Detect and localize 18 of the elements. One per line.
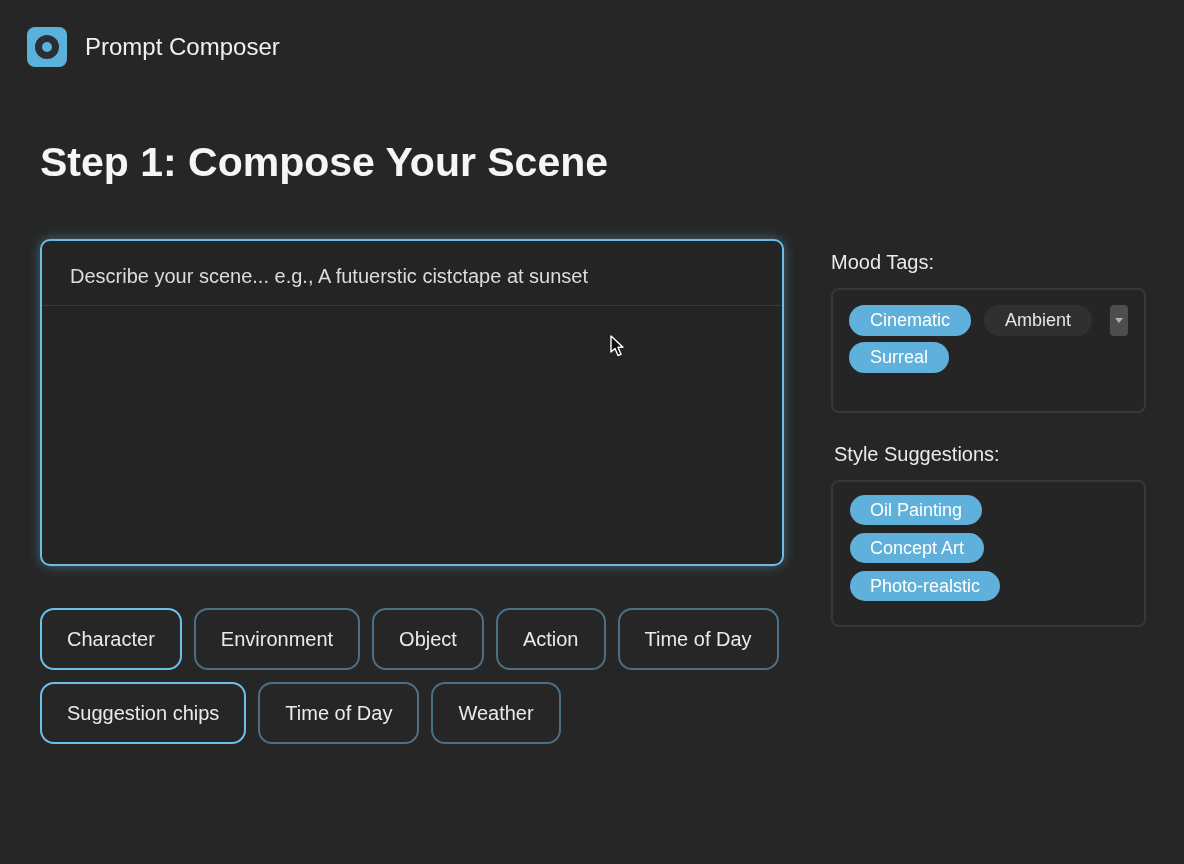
page-heading: Step 1: Compose Your Scene — [40, 138, 609, 186]
category-chip[interactable]: Object — [372, 608, 484, 670]
category-chip[interactable]: Weather — [431, 682, 561, 744]
category-chip[interactable]: Time of Day — [258, 682, 420, 744]
caret-icon — [1115, 318, 1123, 323]
style-suggestions-label: Style Suggestions: — [834, 442, 1000, 466]
category-chip[interactable]: Time of Day — [617, 608, 779, 670]
category-chip[interactable]: Character — [40, 608, 182, 670]
dropdown-button[interactable] — [1110, 305, 1128, 336]
app-title: Prompt Composer — [85, 33, 280, 61]
category-chip[interactable]: Suggestion chips — [40, 682, 247, 744]
scene-textarea[interactable]: Describe your scene... e.g., A futuerstic cistctape at sunset — [40, 239, 784, 566]
category-chip[interactable]: Action — [495, 608, 606, 670]
mouse-pointer-icon — [610, 335, 624, 357]
mood-tag[interactable]: Ambient — [984, 305, 1093, 336]
ring-logo-icon — [27, 27, 67, 67]
mood-tags-label: Mood Tags: — [831, 250, 935, 274]
category-chip[interactable]: Environment — [193, 608, 361, 670]
